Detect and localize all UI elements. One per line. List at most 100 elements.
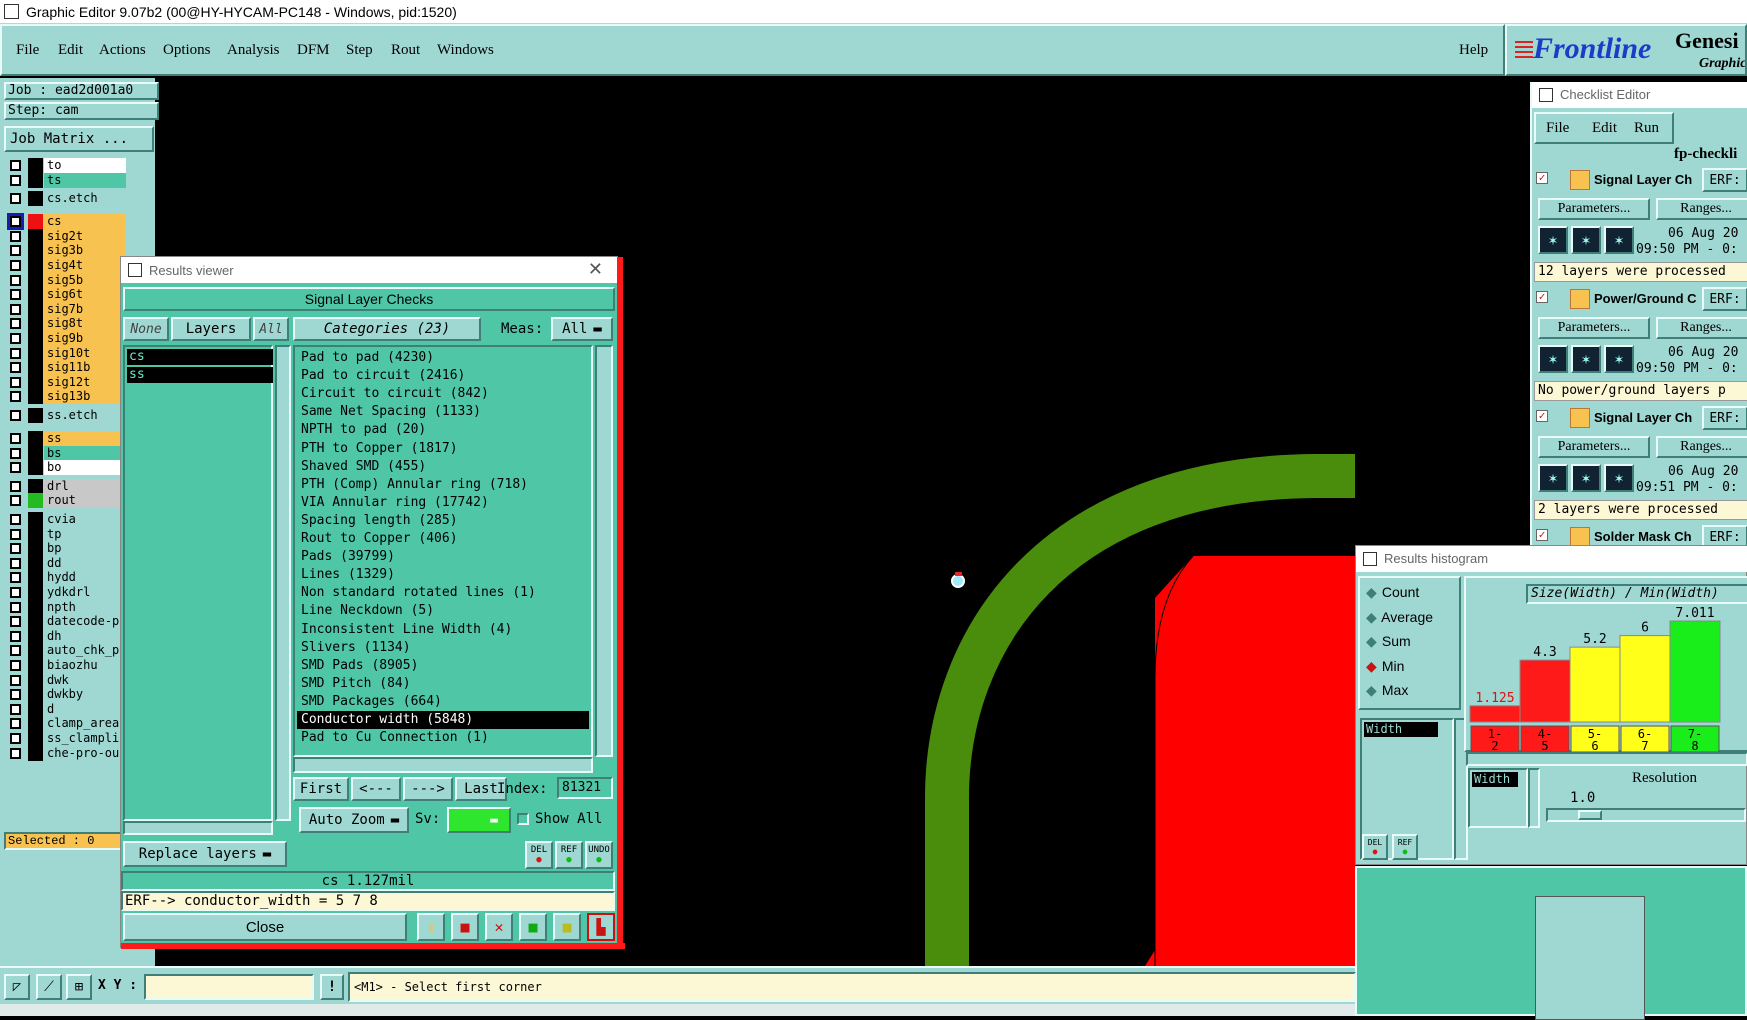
- layer-checkbox[interactable]: [10, 376, 21, 388]
- layer-row[interactable]: sig10t: [6, 345, 126, 361]
- layer-color-swatch[interactable]: [28, 460, 43, 476]
- job-matrix-button[interactable]: Job Matrix ...: [4, 126, 154, 152]
- layer-checkbox[interactable]: [10, 347, 21, 359]
- layer-row[interactable]: sig9b: [6, 331, 126, 346]
- ranges-button[interactable]: Ranges...: [1656, 436, 1747, 458]
- layer-color-swatch[interactable]: [28, 316, 43, 332]
- layer-checkbox[interactable]: [10, 260, 21, 271]
- layer-color-swatch[interactable]: [28, 172, 43, 188]
- layer-row[interactable]: dh: [6, 628, 126, 644]
- histogram-bar[interactable]: [1469, 705, 1521, 723]
- layer-color-swatch[interactable]: [28, 345, 43, 361]
- layer-name[interactable]: sig2t: [44, 228, 126, 244]
- category-list-scrollbar[interactable]: [595, 345, 613, 757]
- resolution-slider[interactable]: [1546, 808, 1746, 822]
- layer-color-swatch[interactable]: [28, 628, 43, 644]
- parameters-button[interactable]: Parameters...: [1538, 436, 1650, 458]
- erf-dropdown[interactable]: ERF:: [1702, 287, 1747, 311]
- category-item[interactable]: Pad to pad (4230): [301, 349, 434, 367]
- category-item[interactable]: Circuit to circuit (842): [301, 385, 489, 403]
- layer-checkbox[interactable]: [10, 462, 21, 474]
- ranges-button[interactable]: Ranges...: [1656, 198, 1747, 220]
- layer-checkbox[interactable]: [10, 362, 21, 374]
- check-name[interactable]: Power/Ground C: [1594, 291, 1697, 306]
- layer-name[interactable]: sig3b: [44, 243, 126, 259]
- layer-color-swatch[interactable]: [28, 614, 43, 630]
- menu-actions[interactable]: Actions: [99, 42, 146, 59]
- erf-dropdown[interactable]: ERF:: [1702, 168, 1747, 192]
- histogram-icon[interactable]: ▙: [587, 913, 615, 941]
- layer-color-swatch[interactable]: [28, 555, 43, 571]
- run-stop-icon[interactable]: ✶: [1604, 464, 1634, 492]
- layer-name[interactable]: drl: [44, 478, 126, 494]
- run-open-icon[interactable]: ✶: [1571, 464, 1601, 492]
- layer-row[interactable]: bp: [6, 541, 126, 557]
- close-button[interactable]: Close: [123, 913, 407, 941]
- layer-checkbox[interactable]: [10, 480, 21, 492]
- layers-button[interactable]: Layers: [171, 317, 251, 341]
- layer-color-swatch[interactable]: [28, 643, 43, 659]
- check-checkbox[interactable]: ✓: [1536, 529, 1548, 541]
- layer-row[interactable]: ydkdrl: [6, 585, 126, 600]
- layer-name[interactable]: sig9b: [44, 331, 126, 346]
- previous-button[interactable]: <---: [351, 777, 401, 801]
- layer-color-swatch[interactable]: [28, 526, 43, 542]
- layer-checkbox[interactable]: [10, 630, 21, 642]
- close-icon[interactable]: ✕: [588, 259, 603, 280]
- check-checkbox[interactable]: ✓: [1536, 172, 1548, 184]
- category-item[interactable]: SMD Packages (664): [301, 693, 442, 711]
- checklist-menu-edit[interactable]: Edit: [1592, 120, 1617, 137]
- layer-row[interactable]: bs: [6, 445, 126, 461]
- menu-rout[interactable]: Rout: [391, 42, 420, 59]
- histogram-bar[interactable]: [1519, 659, 1571, 723]
- layer-checkbox[interactable]: [10, 718, 21, 730]
- layer-checkbox[interactable]: [10, 528, 21, 540]
- layer-color-swatch[interactable]: [28, 374, 43, 390]
- meas-dropdown[interactable]: All ▬: [551, 317, 613, 341]
- check-name[interactable]: Solder Mask Ch: [1594, 529, 1692, 544]
- layer-checkbox[interactable]: [10, 703, 21, 715]
- erf-dropdown[interactable]: ERF:: [1702, 406, 1747, 430]
- xy-input[interactable]: [144, 974, 314, 1000]
- layer-checkbox[interactable]: [10, 747, 21, 759]
- layer-row[interactable]: dd: [6, 555, 126, 571]
- layer-name[interactable]: dd: [44, 555, 126, 571]
- alert-icon[interactable]: !: [320, 974, 344, 1000]
- slider-thumb[interactable]: [1578, 810, 1602, 820]
- none-button[interactable]: None: [123, 317, 169, 341]
- layer-color-swatch[interactable]: [28, 243, 43, 259]
- layer-name[interactable]: ss: [44, 431, 126, 446]
- category-item[interactable]: Slivers (1134): [301, 639, 411, 657]
- layer-name[interactable]: hydd: [44, 570, 126, 586]
- layer-color-swatch[interactable]: [28, 258, 43, 273]
- layer-name[interactable]: to: [44, 158, 126, 173]
- layer-name[interactable]: biaozhu: [44, 658, 126, 673]
- layer-color-swatch[interactable]: [28, 331, 43, 346]
- ranges-button[interactable]: Ranges...: [1656, 317, 1747, 339]
- layer-row[interactable]: sig12t: [6, 374, 126, 390]
- layer-checkbox[interactable]: [10, 447, 21, 459]
- run-stop-icon[interactable]: ✶: [1604, 345, 1634, 373]
- category-item[interactable]: Non standard rotated lines (1): [301, 584, 536, 602]
- layer-checkbox[interactable]: [10, 274, 21, 286]
- layer-color-swatch[interactable]: [28, 445, 43, 461]
- layer-row[interactable]: ss: [6, 431, 126, 446]
- layer-checkbox[interactable]: [10, 245, 21, 257]
- layer-color-swatch[interactable]: [28, 389, 43, 405]
- report-red-icon[interactable]: ■: [451, 913, 479, 941]
- layer-row[interactable]: to: [6, 158, 126, 173]
- layer-checkbox[interactable]: [10, 674, 21, 686]
- hist-del-button[interactable]: DEL ●: [1362, 834, 1388, 860]
- layer-color-swatch[interactable]: [28, 672, 43, 688]
- category-item[interactable]: PTH to Copper (1817): [301, 440, 458, 458]
- layer-name[interactable]: ts: [44, 172, 126, 188]
- layer-row[interactable]: ss.etch: [6, 408, 126, 423]
- check-checkbox[interactable]: ✓: [1536, 291, 1548, 303]
- layer-row[interactable]: datecode-pt: [6, 614, 126, 630]
- layer-color-swatch[interactable]: [28, 191, 43, 207]
- layer-results-list[interactable]: cs ss: [123, 345, 273, 821]
- grid-icon[interactable]: ⊞: [66, 974, 92, 1000]
- layer-name[interactable]: cs: [44, 214, 126, 230]
- next-button[interactable]: --->: [403, 777, 453, 801]
- show-all-checkbox[interactable]: [517, 813, 529, 825]
